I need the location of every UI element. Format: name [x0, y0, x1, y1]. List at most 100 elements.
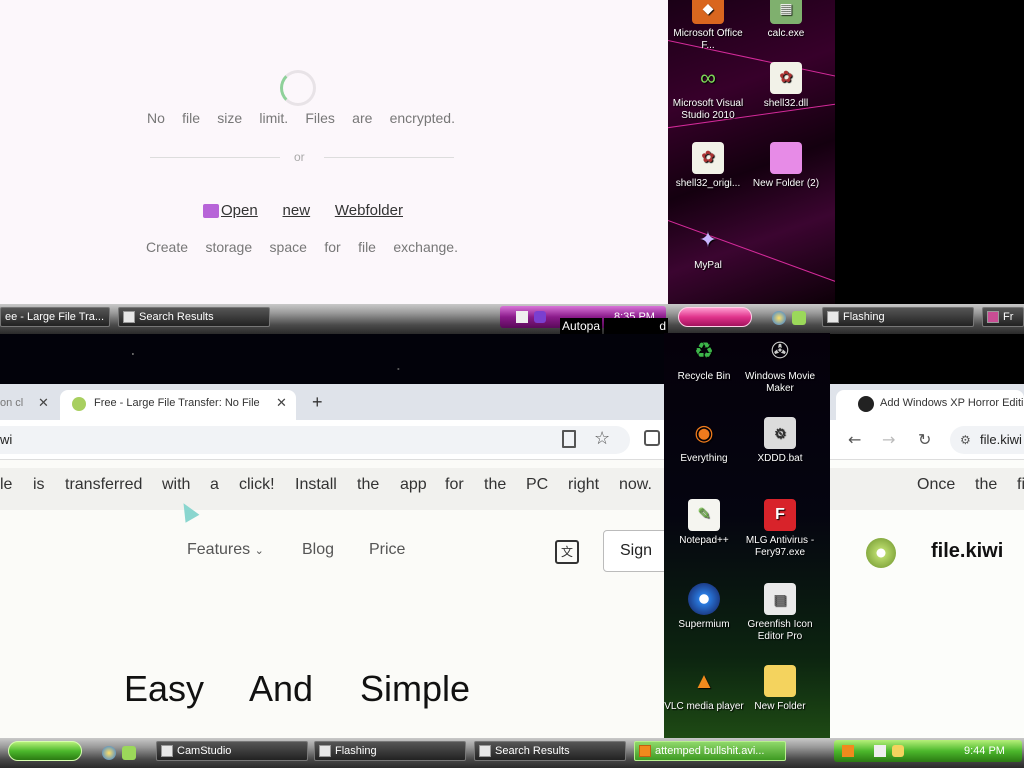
url-field-right[interactable]: ⚙ file.kiwi — [950, 426, 1024, 454]
new-tab-icon[interactable]: + — [312, 392, 323, 413]
tab-github[interactable]: Add Windows XP Horror Editi — [836, 390, 1024, 420]
word: storage — [205, 239, 253, 255]
desktop-icon-vlc[interactable]: ▲ VLC media player — [664, 665, 744, 713]
shield-icon[interactable] — [892, 745, 904, 757]
url-field[interactable]: wi — [0, 426, 630, 454]
sign-in-button[interactable]: Sign — [603, 530, 664, 572]
nav-label: Features — [187, 541, 251, 558]
word: Open — [221, 202, 258, 219]
word: Files — [305, 110, 335, 126]
extensions-icon[interactable] — [644, 430, 660, 446]
shield-icon[interactable] — [534, 311, 546, 323]
tab-previous[interactable]: on cl ✕ — [0, 390, 56, 420]
taskbar-button-label: Search Results — [495, 745, 570, 757]
desktop-icon-calc[interactable]: ▦ calc.exe — [746, 0, 826, 40]
word: new — [282, 202, 311, 219]
vlc-icon — [639, 745, 651, 757]
quicklaunch-icon[interactable] — [792, 311, 806, 325]
desktop-icon-mlg-antivirus[interactable]: F MLG Antivirus - Fery97.exe — [740, 499, 820, 559]
tab-label: Free - Large File Transfer: No File — [94, 397, 260, 409]
word: Create — [146, 239, 189, 255]
antivirus-icon: F — [764, 499, 796, 531]
tray-vlc-icon[interactable] — [842, 745, 854, 757]
desktop-icon-shell32-orig[interactable]: ✿ shell32_origi... — [668, 142, 748, 190]
tab-label: on cl — [0, 397, 24, 409]
folder-icon — [770, 142, 802, 174]
webfolder-page: No file size limit. Files are encrypted.… — [0, 0, 668, 304]
desktop-icon-xddd-bat[interactable]: ⚙ XDDD.bat — [740, 417, 820, 465]
mypal-icon: ✦ — [698, 227, 718, 252]
site-settings-icon: ⚙ — [960, 433, 971, 447]
desktop-icon-shell32[interactable]: ✿ shell32.dll — [746, 62, 826, 110]
notepad-plus-icon: ✎ — [688, 499, 720, 531]
vlc-icon: ▲ — [693, 668, 715, 693]
tooltip-tail: d — [604, 318, 668, 334]
icon-label: XDDD.bat — [757, 453, 803, 464]
close-icon[interactable]: ✕ — [274, 390, 287, 416]
banner-word: Install — [295, 476, 337, 493]
browser-quicklaunch-icon[interactable] — [772, 311, 786, 325]
taskbar-button-label: Search Results — [139, 311, 214, 323]
word: file — [182, 110, 201, 126]
word: file — [358, 239, 376, 255]
desktop-icon-visual-studio[interactable]: ∞ Microsoft Visual Studio 2010 — [668, 62, 748, 122]
page-info-icon[interactable] — [562, 430, 576, 448]
desktop-icon-mypal[interactable]: ✦ MyPal — [668, 224, 748, 272]
hero-word: Simple — [360, 668, 471, 709]
quicklaunch-icon[interactable] — [122, 746, 136, 760]
desktop-icon-everything[interactable]: ◉ Everything — [664, 417, 744, 465]
desktop-icon-recycle-bin[interactable]: ♻ Recycle Bin — [664, 335, 744, 383]
window-icon — [987, 311, 999, 323]
clock[interactable]: 9:44 PM — [964, 740, 1005, 762]
desktop-icon-supermium[interactable]: Supermium — [664, 583, 744, 631]
taskbar-button-flashing[interactable]: Flashing — [822, 307, 974, 327]
webfolder-icon — [203, 204, 219, 218]
brand-name: file.kiwi — [931, 540, 1004, 562]
folder-icon — [764, 665, 796, 697]
start-button-pink[interactable] — [678, 307, 752, 327]
desktop-icon-greenfish[interactable]: ▤ Greenfish Icon Editor Pro — [740, 583, 820, 643]
nav-price[interactable]: Price — [369, 541, 405, 559]
taskbar-button-large-file[interactable]: ee - Large File Tra... — [0, 307, 110, 327]
nav-features[interactable]: Features ⌄ — [187, 541, 264, 559]
taskbar-button-flashing[interactable]: Flashing — [314, 741, 466, 761]
nav-blog[interactable]: Blog — [302, 541, 334, 559]
forward-arrow-icon[interactable]: → — [882, 430, 895, 449]
open-new-webfolder-link[interactable]: Open new Webfolder — [221, 202, 403, 219]
tab-active[interactable]: Free - Large File Transfer: No File ✕ — [60, 390, 296, 420]
banner-word: the — [357, 476, 380, 493]
icon-label: MLG Antivirus - Fery97.exe — [745, 535, 815, 558]
desktop-icon-office[interactable]: ◆ Microsoft Office F... — [668, 0, 748, 52]
reload-icon[interactable]: ↻ — [918, 430, 931, 449]
tray-app-icon[interactable] — [516, 311, 528, 323]
tray-app-icon[interactable] — [874, 745, 886, 757]
desktop-icon-movie-maker[interactable]: ✇ Windows Movie Maker — [740, 335, 820, 395]
bookmark-star-icon[interactable]: ☆ — [594, 428, 610, 449]
batch-file-icon: ⚙ — [764, 417, 796, 449]
ie-quicklaunch-icon[interactable] — [102, 746, 116, 760]
start-button[interactable] — [8, 741, 82, 761]
taskbar-button-video[interactable]: attemped bullshit.avi... — [634, 741, 786, 761]
back-arrow-icon[interactable]: ← — [848, 430, 861, 449]
translate-icon[interactable]: 文 — [555, 540, 579, 564]
banner-word: le — [0, 476, 13, 493]
divider-left — [150, 157, 280, 158]
taskbar-button-camstudio[interactable]: CamStudio — [156, 741, 308, 761]
taskbar-button-fr[interactable]: Fr — [982, 307, 1024, 327]
create-storage-text: Create storage space for file exchange. — [146, 239, 458, 255]
taskbar-button-search-results[interactable]: Search Results — [118, 307, 270, 327]
icon-label: Recycle Bin — [677, 371, 731, 382]
calculator-icon: ▦ — [770, 0, 802, 24]
word: size — [217, 110, 243, 126]
office-icon: ◆ — [692, 0, 724, 24]
desktop-middle: ♻ Recycle Bin ✇ Windows Movie Maker ◉ Ev… — [664, 333, 830, 738]
tab-label: Add Windows XP Horror Editi — [880, 397, 1024, 409]
tooltip-tail-text: d — [659, 319, 666, 333]
desktop-icon-new-folder-2[interactable]: New Folder (2) — [746, 142, 826, 190]
desktop-icon-new-folder[interactable]: New Folder — [740, 665, 820, 713]
loading-spinner-icon — [280, 70, 316, 106]
taskbar-button-search-results[interactable]: Search Results — [474, 741, 626, 761]
desktop-icon-notepad-plus[interactable]: ✎ Notepad++ — [664, 499, 744, 547]
close-icon[interactable]: ✕ — [38, 390, 49, 416]
banner-word: fi — [1017, 476, 1024, 493]
